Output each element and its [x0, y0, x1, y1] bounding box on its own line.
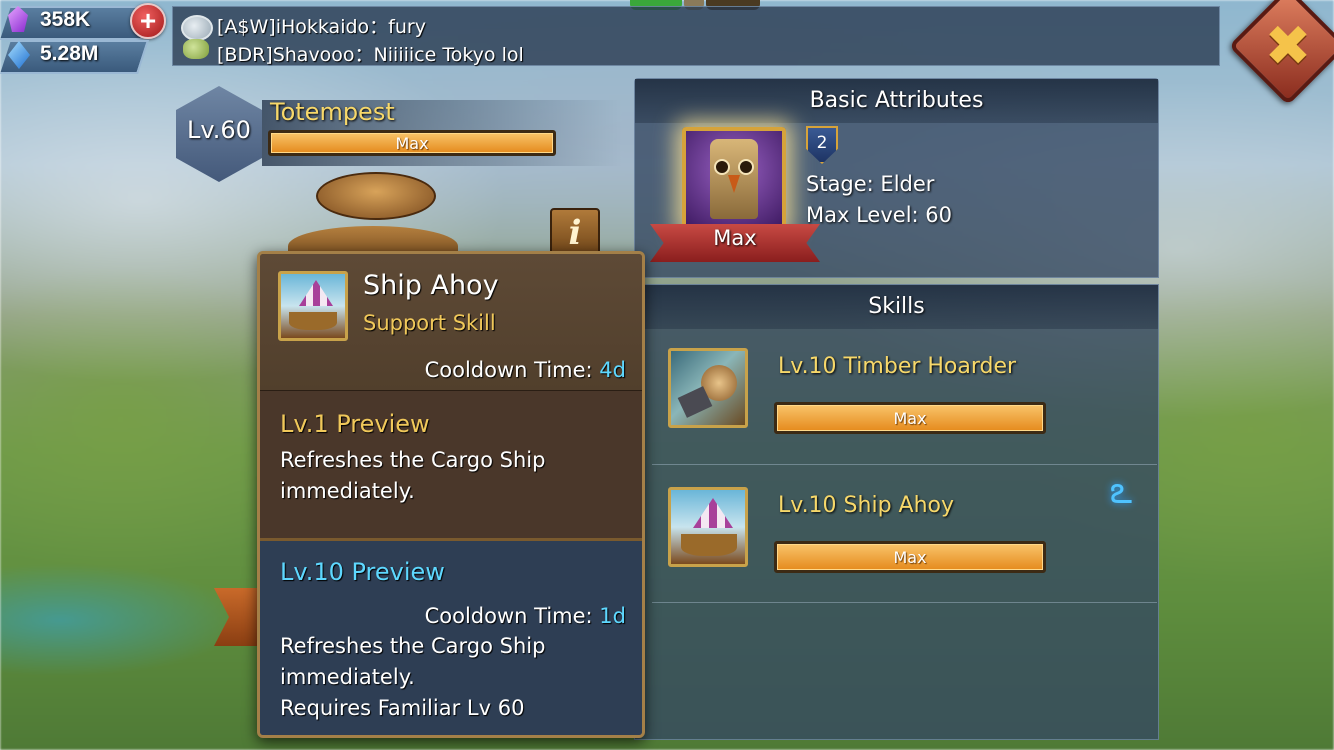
familiar-name: Totempest: [270, 98, 395, 126]
tooltip-lv10-cooldown-label: Cooldown Time:: [424, 604, 600, 628]
timber-hoarder-icon[interactable]: [668, 348, 748, 428]
tooltip-ship-ahoy-icon: [278, 271, 348, 341]
skill-1-name: Lv.10 Timber Hoarder: [778, 354, 1017, 379]
tooltip-cooldown: Cooldown Time: 4d: [425, 355, 626, 386]
chat-bar[interactable]: [A$W]iHokkaido：fury [BDR]Shavooo：Niiiiic…: [172, 6, 1220, 66]
close-icon[interactable]: ✖: [1246, 4, 1330, 88]
totem-log-top: [316, 172, 436, 220]
tooltip-skill-type: Support Skill: [363, 311, 496, 335]
tooltip-skill-name: Ship Ahoy: [363, 270, 499, 301]
skill-2-bar-label: Max: [893, 547, 927, 567]
totem-eye-right: [738, 159, 754, 175]
skill-divider-2: [652, 602, 1157, 603]
tooltip-lv10-title: Lv.10 Preview: [280, 558, 445, 586]
totem-face: [710, 139, 758, 219]
totem-eye-left: [714, 159, 730, 175]
tooltip-lv10-requirement: Requires Familiar Lv 60: [280, 696, 525, 720]
basic-attributes-title: Basic Attributes: [635, 79, 1158, 123]
add-gems-button[interactable]: +: [130, 3, 166, 39]
skill-2-bar: Max: [774, 541, 1046, 573]
tooltip-lv1-title: Lv.1 Preview: [280, 410, 430, 438]
familiar-level: Lv.60: [187, 116, 251, 144]
alliance-chat-icon: [183, 39, 209, 59]
tooltip-lv1-desc: Refreshes the Cargo Ship immediately.: [280, 448, 546, 503]
max-level-text: Max Level: 60: [806, 203, 952, 227]
skill-1-bar-label: Max: [893, 408, 927, 428]
max-ribbon-label: Max: [713, 226, 757, 250]
skill-tooltip: Ship Ahoy Support Skill Cooldown Time: 4…: [257, 251, 645, 738]
rank-shield-number: 2: [816, 133, 828, 153]
tooltip-cooldown-label: Cooldown Time:: [424, 358, 600, 382]
familiar-exp-label: Max: [395, 133, 429, 153]
tooltip-ship-hull-icon: [289, 312, 337, 330]
skill-upgrade-swirl-icon[interactable]: ఽ: [1098, 468, 1144, 516]
skill-1-bar: Max: [774, 402, 1046, 434]
ship-ahoy-icon[interactable]: [668, 487, 748, 567]
ship-hull-icon: [681, 534, 737, 556]
skill-divider-1: [652, 464, 1157, 465]
totem-beak: [728, 175, 740, 193]
ship-sail-icon: [693, 498, 733, 528]
skill-2-name: Lv.10 Ship Ahoy: [778, 493, 954, 518]
tooltip-cooldown-value: 4d: [599, 358, 626, 382]
gems-amount: 358K: [40, 8, 91, 31]
tooltip-lv10-cooldown-value: 1d: [599, 604, 626, 628]
chat-line-1: [A$W]iHokkaido：fury: [217, 16, 426, 38]
chat-bubble-icon: [181, 15, 213, 41]
skills-title: Skills: [635, 285, 1158, 329]
tooltip-lv10-desc: Refreshes the Cargo Ship immediately.: [280, 634, 546, 689]
tooltip-ship-sail-icon: [299, 280, 333, 306]
tooltip-lv10-cooldown: Cooldown Time: 1d: [425, 601, 626, 632]
familiar-exp-bar: Max: [268, 130, 556, 156]
familiar-portrait[interactable]: [682, 127, 786, 231]
chat-line-2: [BDR]Shavooo：Niiiiice Tokyo lol: [217, 44, 524, 66]
stage-text: Stage: Elder: [806, 172, 935, 196]
crystals-amount: 5.28M: [40, 42, 99, 65]
